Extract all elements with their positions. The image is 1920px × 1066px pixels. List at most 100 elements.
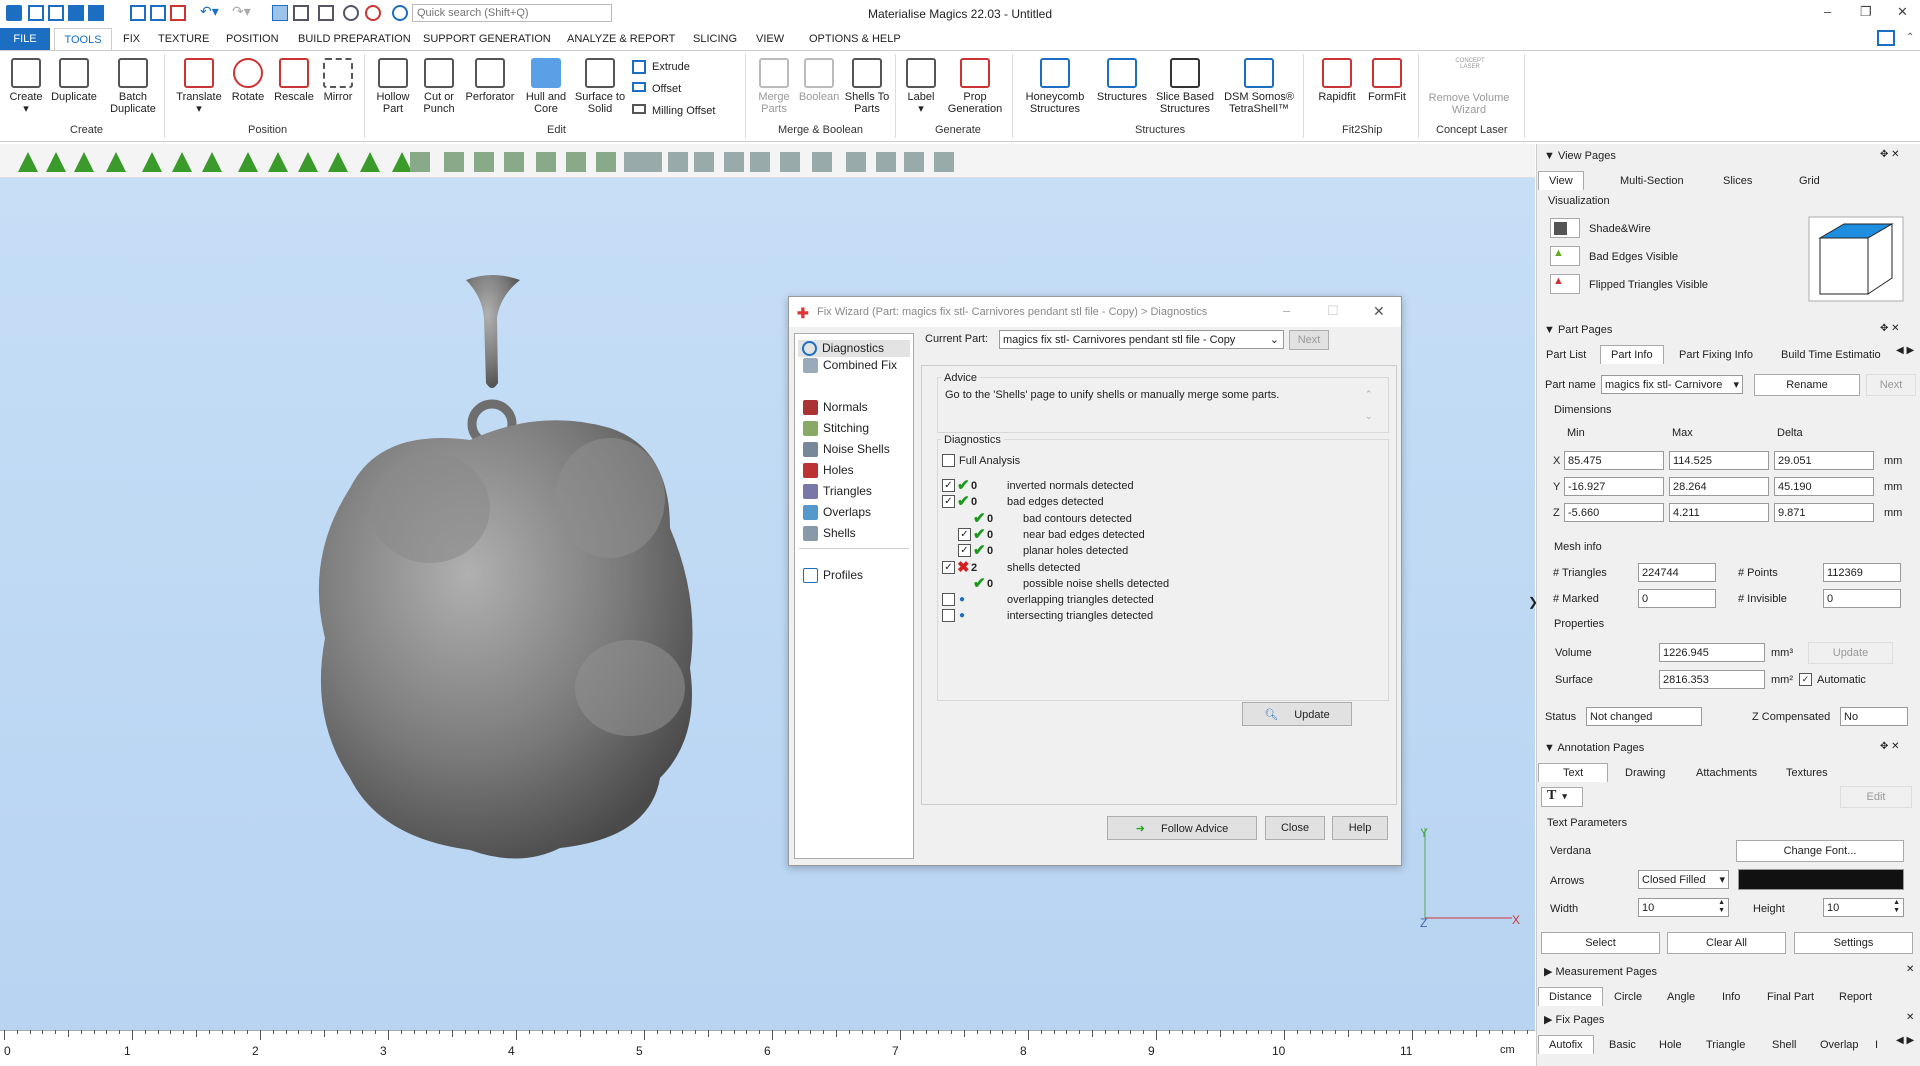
- pin-icon[interactable]: ✥ ✕: [1880, 323, 1900, 334]
- next-part-button[interactable]: Next: [1866, 374, 1916, 396]
- duplicate-button[interactable]: Duplicate: [48, 58, 100, 103]
- rescale-button[interactable]: Rescale: [270, 58, 318, 103]
- arrow-color-swatch[interactable]: [1738, 869, 1904, 890]
- cube-view-right-icon[interactable]: [504, 152, 524, 172]
- help-button[interactable]: Help: [1332, 816, 1388, 840]
- edit-button[interactable]: Edit: [1840, 786, 1912, 808]
- pin-icon[interactable]: ✥ ✕: [1880, 741, 1900, 752]
- tab-text[interactable]: Text: [1538, 763, 1609, 782]
- tab-angle[interactable]: Angle: [1667, 991, 1695, 1003]
- follow-advice-button[interactable]: ➜ Follow Advice: [1107, 816, 1257, 840]
- tab-part-list[interactable]: Part List: [1546, 349, 1586, 361]
- close-icon[interactable]: ✕: [1906, 1012, 1914, 1023]
- menu-slicing[interactable]: SLICING: [693, 33, 737, 45]
- tab-circle[interactable]: Circle: [1614, 991, 1642, 1003]
- shade-wire-dropdown[interactable]: [1550, 218, 1580, 238]
- tab-build-time[interactable]: Build Time Estimatio: [1781, 349, 1881, 361]
- extrude-button[interactable]: Extrude: [652, 61, 690, 73]
- rotate-button[interactable]: Rotate: [226, 58, 270, 103]
- menu-fix[interactable]: FIX: [123, 33, 140, 45]
- create-button[interactable]: Create ▾: [6, 58, 46, 115]
- dsm-somos-tetrashell-button[interactable]: DSM Somos® TetraShell™: [1220, 58, 1298, 115]
- tab-triangle[interactable]: Triangle: [1706, 1039, 1745, 1051]
- rapidfit-button[interactable]: Rapidfit: [1310, 58, 1364, 103]
- tri-d-icon[interactable]: [694, 152, 714, 172]
- structures-button[interactable]: Structures: [1092, 58, 1152, 103]
- merge-parts-button[interactable]: Merge Parts: [750, 58, 798, 115]
- select-button[interactable]: Select: [1541, 932, 1660, 954]
- text-tool-dropdown[interactable]: T ▾: [1541, 787, 1583, 807]
- update-button[interactable]: 🔍︎ Update: [1242, 702, 1352, 726]
- tri-l-icon[interactable]: [934, 152, 954, 172]
- tab-autofix[interactable]: Autofix: [1538, 1035, 1594, 1054]
- menu-file[interactable]: FILE: [0, 28, 50, 50]
- tri-g-icon[interactable]: [780, 152, 800, 172]
- tab-part-info[interactable]: Part Info: [1600, 345, 1664, 364]
- tri-k-icon[interactable]: [904, 152, 924, 172]
- cube-view-bottom-icon[interactable]: [566, 152, 586, 172]
- tri-h-icon[interactable]: [812, 152, 832, 172]
- mirror-button[interactable]: Mirror: [318, 58, 358, 103]
- tab-scroll-arrows[interactable]: ◀ ▶: [1896, 1035, 1914, 1046]
- menu-build-preparation[interactable]: BUILD PREPARATION: [298, 33, 411, 45]
- tab-more[interactable]: I: [1875, 1039, 1878, 1051]
- tab-basic[interactable]: Basic: [1609, 1039, 1636, 1051]
- close-button[interactable]: Close: [1265, 816, 1325, 840]
- nav-normals[interactable]: Normals: [803, 400, 868, 416]
- diag-row-checkbox[interactable]: ✓: [942, 560, 955, 574]
- diag-row-checkbox[interactable]: [942, 609, 955, 623]
- height-stepper[interactable]: 10 ▲ ▼: [1823, 898, 1904, 917]
- menu-tools[interactable]: TOOLS: [54, 28, 112, 51]
- update-volume-button[interactable]: Update: [1808, 642, 1893, 664]
- collapse-ribbon-icon[interactable]: ⌃: [1906, 32, 1914, 43]
- cube-view-back-icon[interactable]: [444, 152, 464, 172]
- remove-volume-wizard-button[interactable]: Remove Volume Wizard: [1424, 92, 1514, 116]
- tri-b-icon[interactable]: [642, 152, 662, 172]
- hollow-part-button[interactable]: Hollow Part: [372, 58, 414, 115]
- menu-position[interactable]: POSITION: [226, 33, 279, 45]
- flipped-triangles-dropdown[interactable]: ▲: [1550, 274, 1580, 294]
- maximize-button[interactable]: ❐: [1860, 4, 1872, 20]
- nav-combined-fix[interactable]: Combined Fix: [803, 358, 897, 374]
- tab-grid[interactable]: Grid: [1799, 175, 1820, 187]
- view-cube[interactable]: [1808, 216, 1904, 302]
- menu-support-generation[interactable]: SUPPORT GENERATION: [423, 33, 551, 45]
- tab-distance[interactable]: Distance: [1538, 987, 1603, 1006]
- dialog-close-icon[interactable]: ✕: [1373, 303, 1385, 320]
- bad-edges-dropdown[interactable]: ▲: [1550, 246, 1580, 266]
- tab-final-part[interactable]: Final Part: [1767, 991, 1814, 1003]
- measurement-pages-header[interactable]: ▶ Measurement Pages: [1544, 965, 1657, 978]
- next-button[interactable]: Next: [1289, 330, 1329, 350]
- hull-and-core-button[interactable]: Hull and Core: [520, 58, 572, 115]
- current-part-select[interactable]: magics fix stl- Carnivores pendant stl f…: [999, 330, 1284, 349]
- nav-diagnostics[interactable]: Diagnostics: [798, 340, 910, 358]
- tab-info[interactable]: Info: [1722, 991, 1740, 1003]
- nav-overlaps[interactable]: Overlaps: [803, 505, 871, 521]
- tri-e-icon[interactable]: [724, 152, 744, 172]
- cube-view-left-icon[interactable]: [474, 152, 494, 172]
- tri-a-icon[interactable]: [624, 152, 644, 172]
- tri-f-icon[interactable]: [750, 152, 770, 172]
- translate-button[interactable]: Translate ▾: [172, 58, 226, 115]
- menu-options-help[interactable]: OPTIONS & HELP: [809, 33, 901, 45]
- surface-to-solid-button[interactable]: Surface to Solid: [574, 58, 626, 115]
- nav-noise-shells[interactable]: Noise Shells: [803, 442, 890, 458]
- part-name-select[interactable]: magics fix stl- Carnivore ▾: [1601, 375, 1743, 394]
- diag-row-checkbox[interactable]: [942, 593, 955, 607]
- boolean-button[interactable]: Boolean: [796, 58, 842, 103]
- full-analysis-checkbox[interactable]: [942, 454, 955, 467]
- view-pages-header[interactable]: ▼ View Pages: [1544, 150, 1616, 162]
- cut-or-punch-button[interactable]: Cut or Punch: [416, 58, 462, 115]
- tab-scroll-arrows[interactable]: ◀ ▶: [1896, 345, 1914, 356]
- menu-analyze-report[interactable]: ANALYZE & REPORT: [567, 33, 675, 45]
- close-icon[interactable]: ✕: [1906, 964, 1914, 975]
- dialog-minimize-button[interactable]: –: [1283, 303, 1290, 318]
- arrows-select[interactable]: Closed Filled ▾: [1638, 870, 1729, 889]
- clear-all-button[interactable]: Clear All: [1667, 932, 1786, 954]
- layout-icon[interactable]: [1877, 30, 1895, 46]
- automatic-checkbox[interactable]: ✓: [1799, 673, 1812, 686]
- cube-view-iso-icon[interactable]: [596, 152, 616, 172]
- settings-button[interactable]: Settings: [1794, 932, 1913, 954]
- pin-icon[interactable]: ✥ ✕: [1880, 149, 1900, 160]
- diag-row-checkbox[interactable]: ✓: [942, 479, 955, 492]
